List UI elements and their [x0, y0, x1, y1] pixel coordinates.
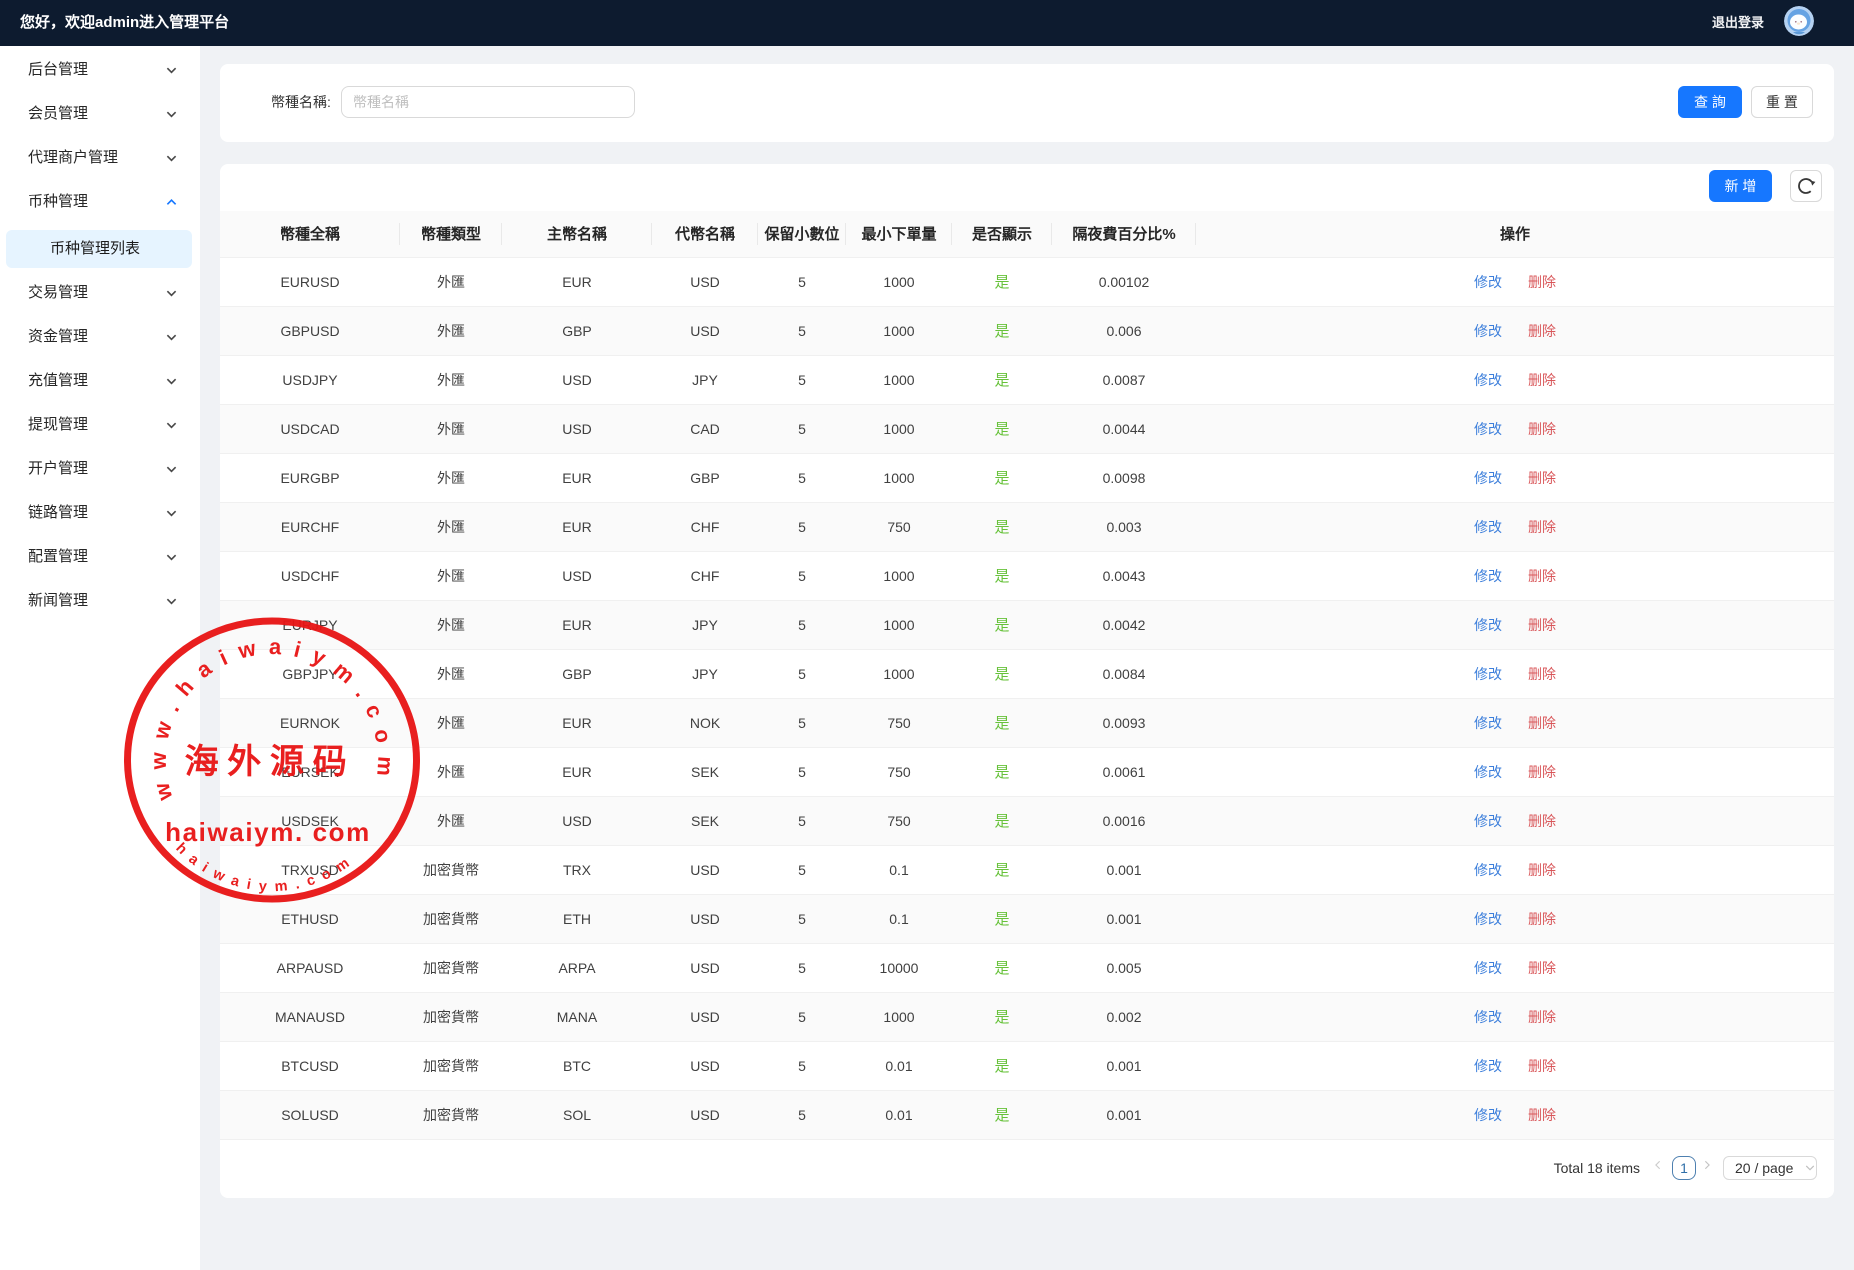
svg-text:haiwaiym. com: haiwaiym. com: [165, 817, 371, 847]
svg-text:海外源码: 海外源码: [185, 743, 356, 781]
